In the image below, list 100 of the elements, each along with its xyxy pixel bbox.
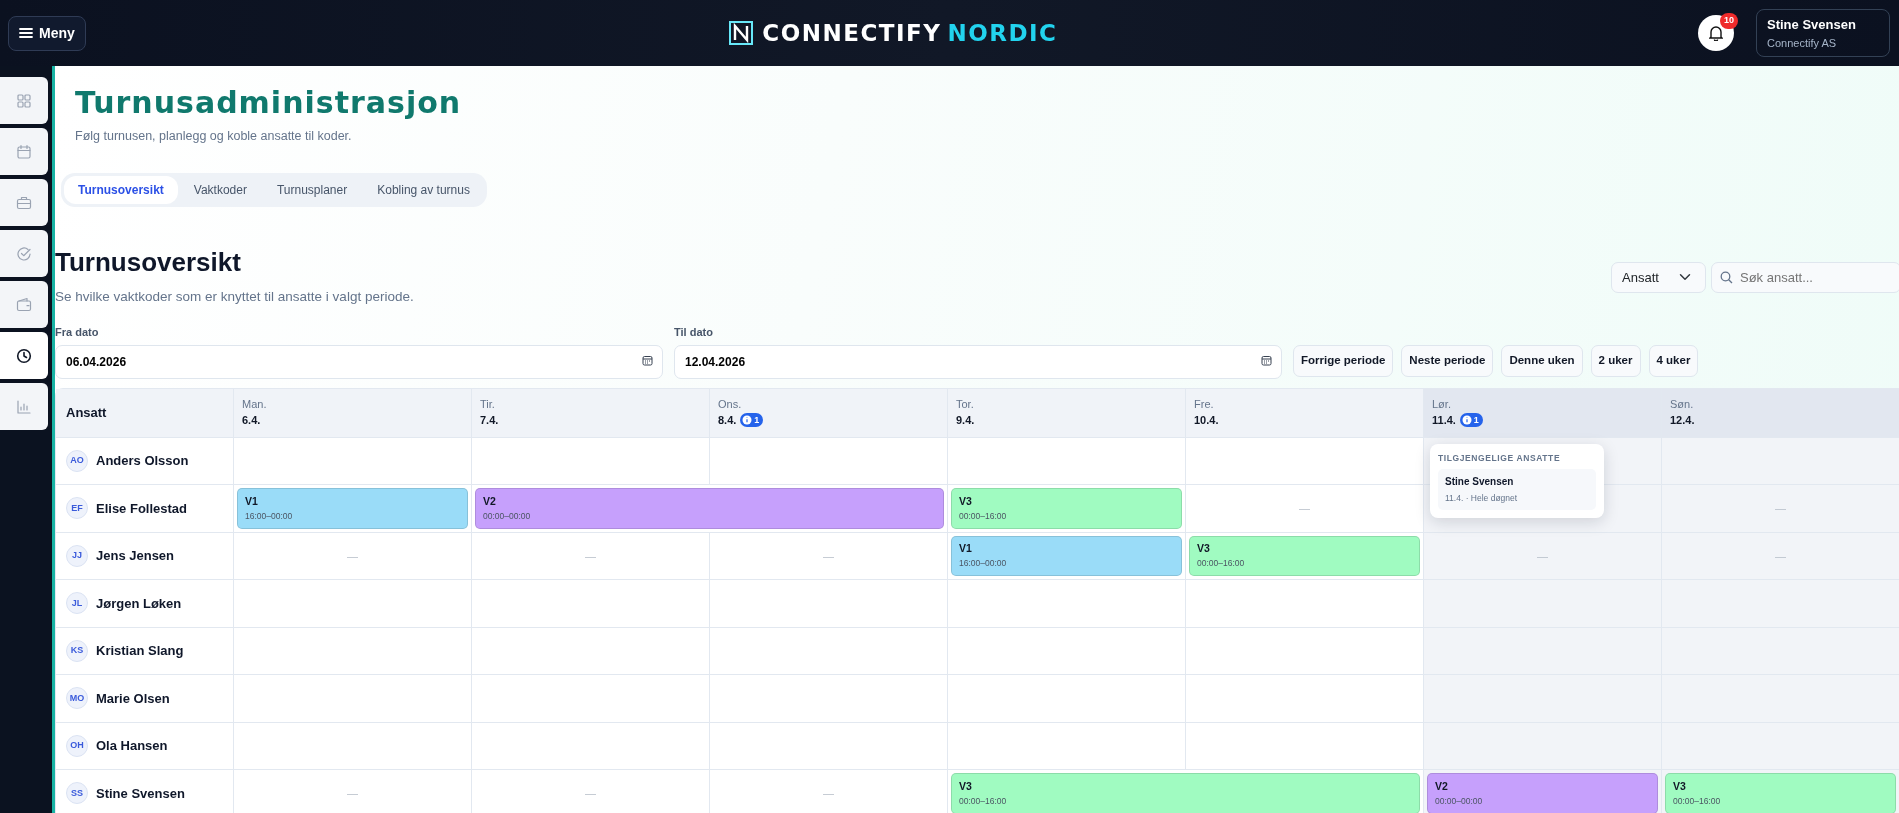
clock-icon [16, 347, 32, 364]
available-employee[interactable]: Stine Svensen 11.4. · Hele døgnet [1438, 469, 1596, 510]
shift-block[interactable]: V3 00:00–16:00 [951, 773, 1420, 813]
shift-block[interactable]: V3 00:00–16:00 [1189, 535, 1420, 576]
weekday-label: Lør. [1432, 396, 1452, 412]
employee-name: Stine Svensen [96, 784, 185, 803]
avatar: EF [66, 497, 88, 520]
field-label: Til dato [674, 325, 714, 340]
shift-code: V2 [1435, 779, 1449, 793]
shift-block[interactable]: V1 16:00–00:00 [951, 535, 1182, 576]
date-label: 9.4. [956, 413, 975, 428]
check-circle-icon [16, 245, 32, 262]
avatar: MO [66, 687, 88, 710]
employee-name: Marie Olsen [96, 689, 170, 708]
availability-badge[interactable]: 1 [740, 413, 764, 428]
calendar-icon [1261, 354, 1272, 366]
weekday-label: Tor. [956, 396, 975, 412]
period-button[interactable]: 2 uker [1590, 345, 1641, 377]
employee-name: Anders Olsson [96, 452, 189, 470]
weekday-label: Søn. [1670, 396, 1695, 412]
shift-time: 16:00–00:00 [959, 557, 1008, 570]
availability-detail: 11.4. · Hele døgnet [1445, 492, 1519, 505]
shift-block[interactable]: V2 00:00–00:00 [475, 488, 944, 529]
empty-marker: — [1775, 501, 1786, 516]
date-field[interactable]: 06.04.2026 [55, 344, 663, 379]
sidebar-button[interactable] [0, 332, 48, 379]
section-title: Turnusoversikt [55, 245, 242, 279]
period-button[interactable]: Denne uken [1501, 345, 1583, 377]
info-icon [742, 415, 753, 426]
weekday-label: Fre. [1194, 396, 1215, 412]
empty-marker: — [823, 786, 834, 801]
column-header: Ansatt [56, 388, 234, 438]
group-select[interactable]: Ansatt [1611, 261, 1706, 293]
empty-marker: — [823, 548, 834, 564]
date-label: 7.4. [480, 413, 499, 428]
date-label: 12.4. [1670, 413, 1695, 428]
shift-code: V3 [1197, 542, 1211, 556]
employee-name: Jørgen Løken [96, 594, 182, 613]
empty-marker: — [1537, 548, 1548, 564]
shift-code: V1 [245, 494, 259, 508]
shift-block[interactable]: V2 00:00–00:00 [1427, 773, 1658, 813]
employee-name: Jens Jensen [96, 547, 175, 565]
user-menu[interactable]: Stine Svensen Connectify AS [1756, 9, 1890, 57]
avatar: KS [66, 639, 88, 662]
calendar-icon [16, 143, 32, 160]
date-label: 11.4. [1432, 413, 1456, 428]
employee-name: Elise Follestad [96, 499, 188, 518]
bar-chart-icon [16, 398, 32, 415]
shift-code: V3 [959, 779, 973, 793]
tab[interactable]: Turnusoversikt [64, 175, 178, 204]
shift-code: V3 [1673, 779, 1687, 793]
period-button[interactable]: Forrige periode [1293, 345, 1394, 377]
avatar: JL [66, 592, 88, 615]
bell-icon [1709, 25, 1723, 41]
shift-code: V3 [959, 494, 973, 508]
empty-marker: — [1299, 501, 1310, 516]
shift-time: 00:00–16:00 [959, 509, 1008, 522]
section-description: Se hvilke vaktkoder som er knyttet til ansatte i valgt periode. [55, 287, 414, 306]
tab[interactable]: Vaktkoder [179, 175, 261, 204]
avatar: AO [66, 449, 88, 472]
tab[interactable]: Kobling av turnus [363, 175, 484, 204]
empty-marker: — [585, 786, 596, 801]
period-button[interactable]: Neste periode [1401, 345, 1494, 377]
shift-time: 00:00–16:00 [959, 794, 1008, 807]
shift-block[interactable]: V3 00:00–16:00 [1665, 773, 1896, 813]
menu-button[interactable]: Meny [8, 15, 86, 51]
avatar: OH [66, 734, 88, 757]
search-field[interactable]: Søk ansatt... [1711, 261, 1899, 293]
empty-marker: — [347, 786, 358, 801]
briefcase-icon [16, 194, 32, 211]
calendar-icon [642, 354, 653, 366]
date-label: 8.4. [718, 413, 737, 428]
popover-title: TILGJENGELIGE ANSATTE [1438, 451, 1562, 465]
shift-block[interactable]: V3 00:00–16:00 [951, 488, 1182, 529]
empty-marker: — [1775, 548, 1786, 564]
page-title: Turnusadministrasjon [75, 84, 463, 122]
shift-block[interactable]: V1 16:00–00:00 [237, 488, 468, 529]
employee-name: Ola Hansen [96, 737, 168, 755]
date-label: 6.4. [242, 413, 261, 428]
notification-count: 10 [1719, 13, 1738, 29]
info-icon [1461, 415, 1472, 426]
shift-time: 00:00–16:00 [1673, 794, 1722, 807]
tab[interactable]: Turnusplaner [262, 175, 362, 204]
logo-text: CONNECTIFY [762, 18, 942, 48]
empty-marker: — [347, 548, 358, 564]
availability-badge[interactable]: 1 [1459, 413, 1483, 428]
avatar: JJ [66, 544, 88, 567]
weekday-label: Man. [242, 396, 268, 412]
wallet-icon [16, 296, 32, 313]
shift-time: 00:00–00:00 [483, 509, 532, 522]
weekday-label: Tir. [480, 396, 496, 412]
date-field[interactable]: 12.04.2026 [674, 344, 1282, 379]
field-label: Fra dato [55, 325, 100, 340]
avatar: SS [66, 782, 88, 805]
menu-icon [19, 27, 33, 39]
grid-icon [16, 92, 32, 109]
empty-marker: — [585, 548, 596, 564]
period-button[interactable]: 4 uker [1648, 345, 1699, 377]
shift-time: 00:00–00:00 [1435, 794, 1484, 807]
shift-time: 00:00–16:00 [1197, 557, 1246, 570]
